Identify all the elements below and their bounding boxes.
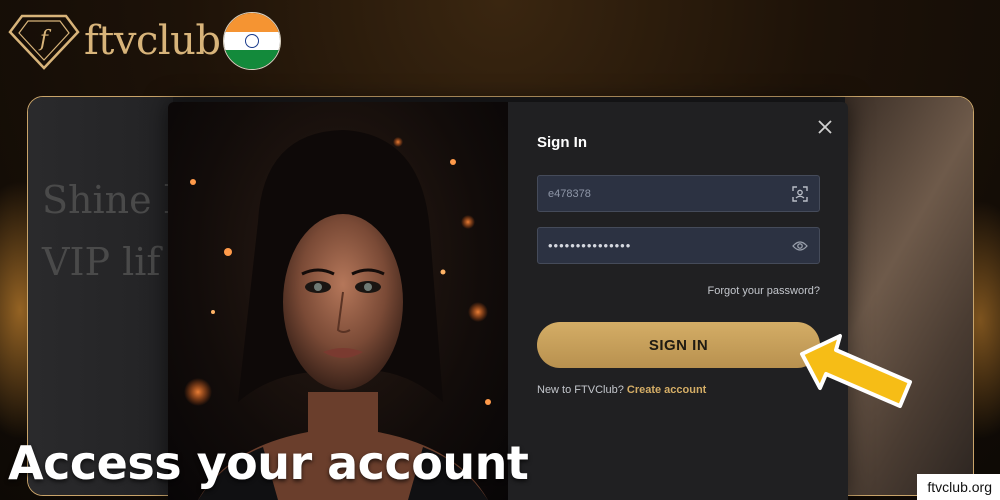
diamond-logo-icon: f bbox=[8, 14, 80, 70]
modal-title: Sign In bbox=[537, 134, 587, 151]
create-account-link[interactable]: Create account bbox=[627, 384, 706, 396]
password-input[interactable] bbox=[548, 238, 791, 253]
close-button[interactable] bbox=[816, 118, 834, 136]
username-input[interactable] bbox=[548, 187, 791, 200]
background-page-right bbox=[845, 97, 973, 495]
create-account-prompt: New to FTVClub? Create account bbox=[537, 384, 706, 396]
site-logo[interactable]: f ftvclub bbox=[8, 10, 281, 72]
site-watermark: ftvclub.org bbox=[917, 474, 1000, 500]
face-scan-icon[interactable] bbox=[791, 185, 809, 203]
sign-in-button[interactable]: SIGN IN bbox=[537, 322, 820, 368]
logo-text: ftvclub bbox=[84, 18, 221, 64]
background-headline: Shine l VIP lif bbox=[42, 178, 176, 284]
username-field[interactable] bbox=[537, 175, 820, 212]
logo-mark-letter: f bbox=[38, 27, 52, 52]
eye-icon[interactable] bbox=[791, 237, 809, 255]
page-caption: Access your account bbox=[8, 436, 529, 490]
password-field[interactable] bbox=[537, 227, 820, 264]
sign-in-form: Sign In e478378 ••••••••••••••• Forgot y… bbox=[508, 102, 848, 500]
forgot-password-link[interactable]: Forgot your password? bbox=[708, 285, 821, 297]
highlight-arrow-icon bbox=[800, 334, 912, 408]
new-user-text: New to FTVClub? bbox=[537, 384, 624, 396]
close-icon bbox=[818, 120, 832, 134]
india-flag-icon bbox=[222, 12, 281, 70]
